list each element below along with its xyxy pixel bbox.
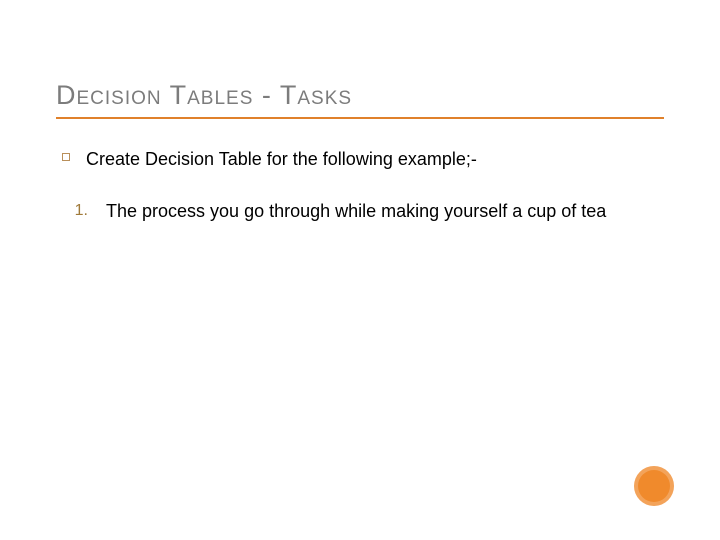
slide-title: Decision Tables - Tasks — [56, 80, 664, 111]
numbered-text: The process you go through while making … — [106, 199, 606, 223]
numbered-row: 1. The process you go through while maki… — [56, 199, 664, 223]
accent-circle-icon — [634, 466, 674, 506]
bullet-text: Create Decision Table for the following … — [86, 147, 477, 171]
square-bullet-icon — [62, 153, 70, 161]
bullet-row: Create Decision Table for the following … — [56, 147, 664, 171]
title-underline — [56, 117, 664, 119]
number-marker: 1. — [62, 199, 88, 222]
slide: Decision Tables - Tasks Create Decision … — [0, 0, 720, 540]
